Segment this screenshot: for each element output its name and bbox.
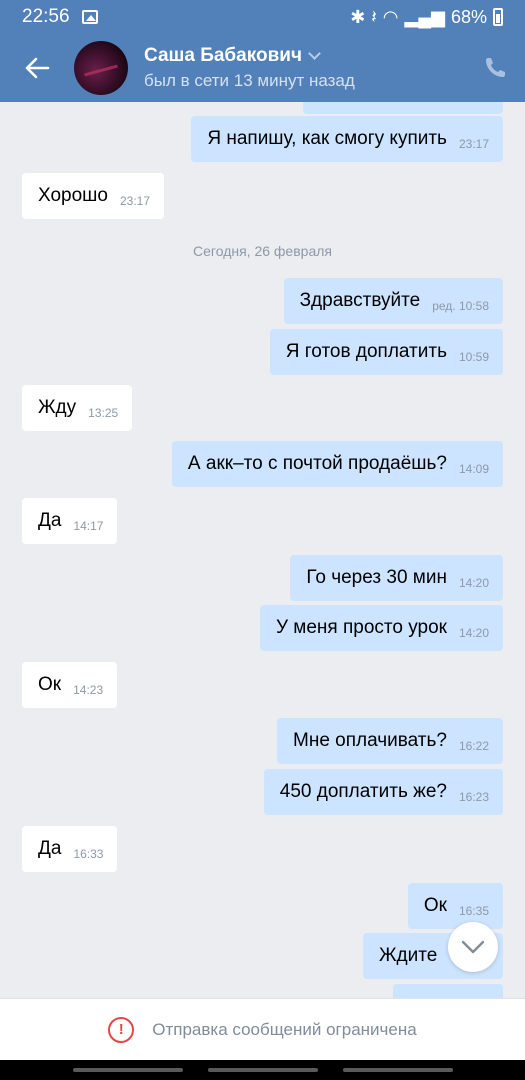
image-icon bbox=[81, 10, 98, 24]
message-bubble[interactable]: Да 16:33 bbox=[22, 826, 118, 872]
chevron-down-icon bbox=[461, 940, 485, 954]
chevron-down-icon bbox=[308, 46, 321, 60]
message-time: 14:20 bbox=[458, 626, 489, 640]
message-text: У меня просто урок bbox=[275, 617, 447, 638]
contact-status: был в сети 13 минут назад bbox=[144, 71, 355, 90]
message-bubble[interactable]: Хорошо 23:17 bbox=[22, 173, 165, 219]
message-time: 14:20 bbox=[458, 576, 489, 590]
message-time: 16:23 bbox=[458, 790, 489, 804]
nav-back[interactable] bbox=[342, 1068, 453, 1072]
message-list[interactable]: Я напишу, как смогу купить 23:17 Хорошо … bbox=[0, 102, 525, 998]
message-time: 14:09 bbox=[458, 462, 489, 476]
message-bubble-partial bbox=[303, 102, 503, 114]
nav-home[interactable] bbox=[207, 1068, 318, 1072]
message-bubble[interactable]: Ок 14:23 bbox=[22, 662, 118, 708]
mute-icon: 𝄽 bbox=[371, 6, 377, 27]
battery-icon bbox=[493, 8, 503, 26]
phone-icon bbox=[486, 58, 505, 77]
message-bubble[interactable]: 450 доплатить же? 16:23 bbox=[263, 769, 503, 815]
message-text: А акк–то с почтой продаёшь? bbox=[187, 453, 447, 474]
avatar[interactable] bbox=[74, 41, 128, 95]
wifi-icon: ◠ bbox=[382, 6, 399, 27]
message-text: Жду bbox=[38, 397, 77, 418]
status-time: 22:56 bbox=[22, 6, 70, 27]
bluetooth-icon: ✱ bbox=[350, 6, 366, 27]
message-bubble[interactable]: Здравствуйте ред. 10:58 bbox=[283, 278, 503, 324]
signal-icon: ▂▄▆ bbox=[404, 6, 445, 27]
message-text: Хорошо bbox=[38, 185, 108, 206]
contact-info[interactable]: Саша Бабакович был в сети 13 минут назад bbox=[144, 45, 465, 91]
back-button[interactable] bbox=[0, 34, 74, 102]
message-time: 13:25 bbox=[88, 406, 119, 420]
call-button[interactable] bbox=[465, 34, 525, 102]
message-time: 10:59 bbox=[458, 350, 489, 364]
scroll-down-button[interactable] bbox=[448, 922, 498, 972]
message-time: 23:17 bbox=[458, 137, 489, 151]
message-time: ред. 10:58 bbox=[432, 299, 489, 313]
message-text: Я готов доплатить bbox=[285, 341, 447, 362]
warning-icon: ! bbox=[108, 1016, 135, 1043]
messaging-restricted-bar: ! Отправка сообщений ограничена bbox=[0, 998, 525, 1060]
message-text: Ок bbox=[38, 674, 62, 695]
message-time: 23:17 bbox=[119, 194, 151, 208]
battery-percent: 68% bbox=[450, 6, 487, 27]
chat-header: Саша Бабакович был в сети 13 минут назад bbox=[0, 34, 525, 102]
status-bar: 22:56 ✱ 𝄽 ◠ ▂▄▆ 68% bbox=[0, 0, 525, 34]
message-text: Да bbox=[38, 838, 62, 859]
message-bubble[interactable]: Жду 13:25 bbox=[22, 385, 133, 431]
message-bubble[interactable]: Я готов доплатить 10:59 bbox=[269, 329, 503, 375]
message-bubble[interactable]: А акк–то с почтой продаёшь? 14:09 bbox=[171, 441, 503, 487]
message-text: Мне оплачивать? bbox=[293, 730, 447, 751]
system-nav-bar bbox=[0, 1060, 525, 1080]
message-bubble[interactable]: Го через 30 мин 14:20 bbox=[290, 555, 503, 601]
message-text: Здравствуйте bbox=[299, 290, 421, 311]
message-time: 16:35 bbox=[458, 904, 489, 918]
message-bubble[interactable]: Я напишу, как смогу купить 23:17 bbox=[191, 116, 503, 162]
message-time: 16:22 bbox=[458, 739, 489, 753]
back-arrow-icon bbox=[25, 57, 50, 79]
message-text: Я напишу, как смогу купить bbox=[207, 128, 447, 149]
message-bubble[interactable]: Ок 16:35 bbox=[407, 883, 503, 929]
message-time: 16:33 bbox=[73, 847, 104, 861]
message-bubble[interactable]: Да 14:17 bbox=[22, 498, 118, 544]
nav-recents[interactable] bbox=[72, 1068, 183, 1072]
date-separator: Сегодня, 26 февраля bbox=[193, 243, 332, 259]
message-bubble[interactable]: Мне оплачивать? 16:22 bbox=[277, 718, 503, 764]
contact-name: Саша Бабакович bbox=[144, 45, 302, 66]
message-bubble[interactable]: У меня просто урок 14:20 bbox=[259, 605, 503, 651]
restricted-notice: Отправка сообщений ограничена bbox=[152, 1019, 417, 1039]
message-bubble-partial bbox=[393, 984, 503, 998]
message-text: Да bbox=[38, 510, 62, 531]
message-text: Го через 30 мин bbox=[306, 567, 447, 588]
message-time: 14:23 bbox=[73, 683, 104, 697]
message-time: 14:17 bbox=[73, 519, 104, 533]
message-text: Ок bbox=[423, 895, 447, 916]
message-text: 450 доплатить же? bbox=[279, 781, 447, 802]
message-text: Ждите bbox=[379, 945, 438, 966]
